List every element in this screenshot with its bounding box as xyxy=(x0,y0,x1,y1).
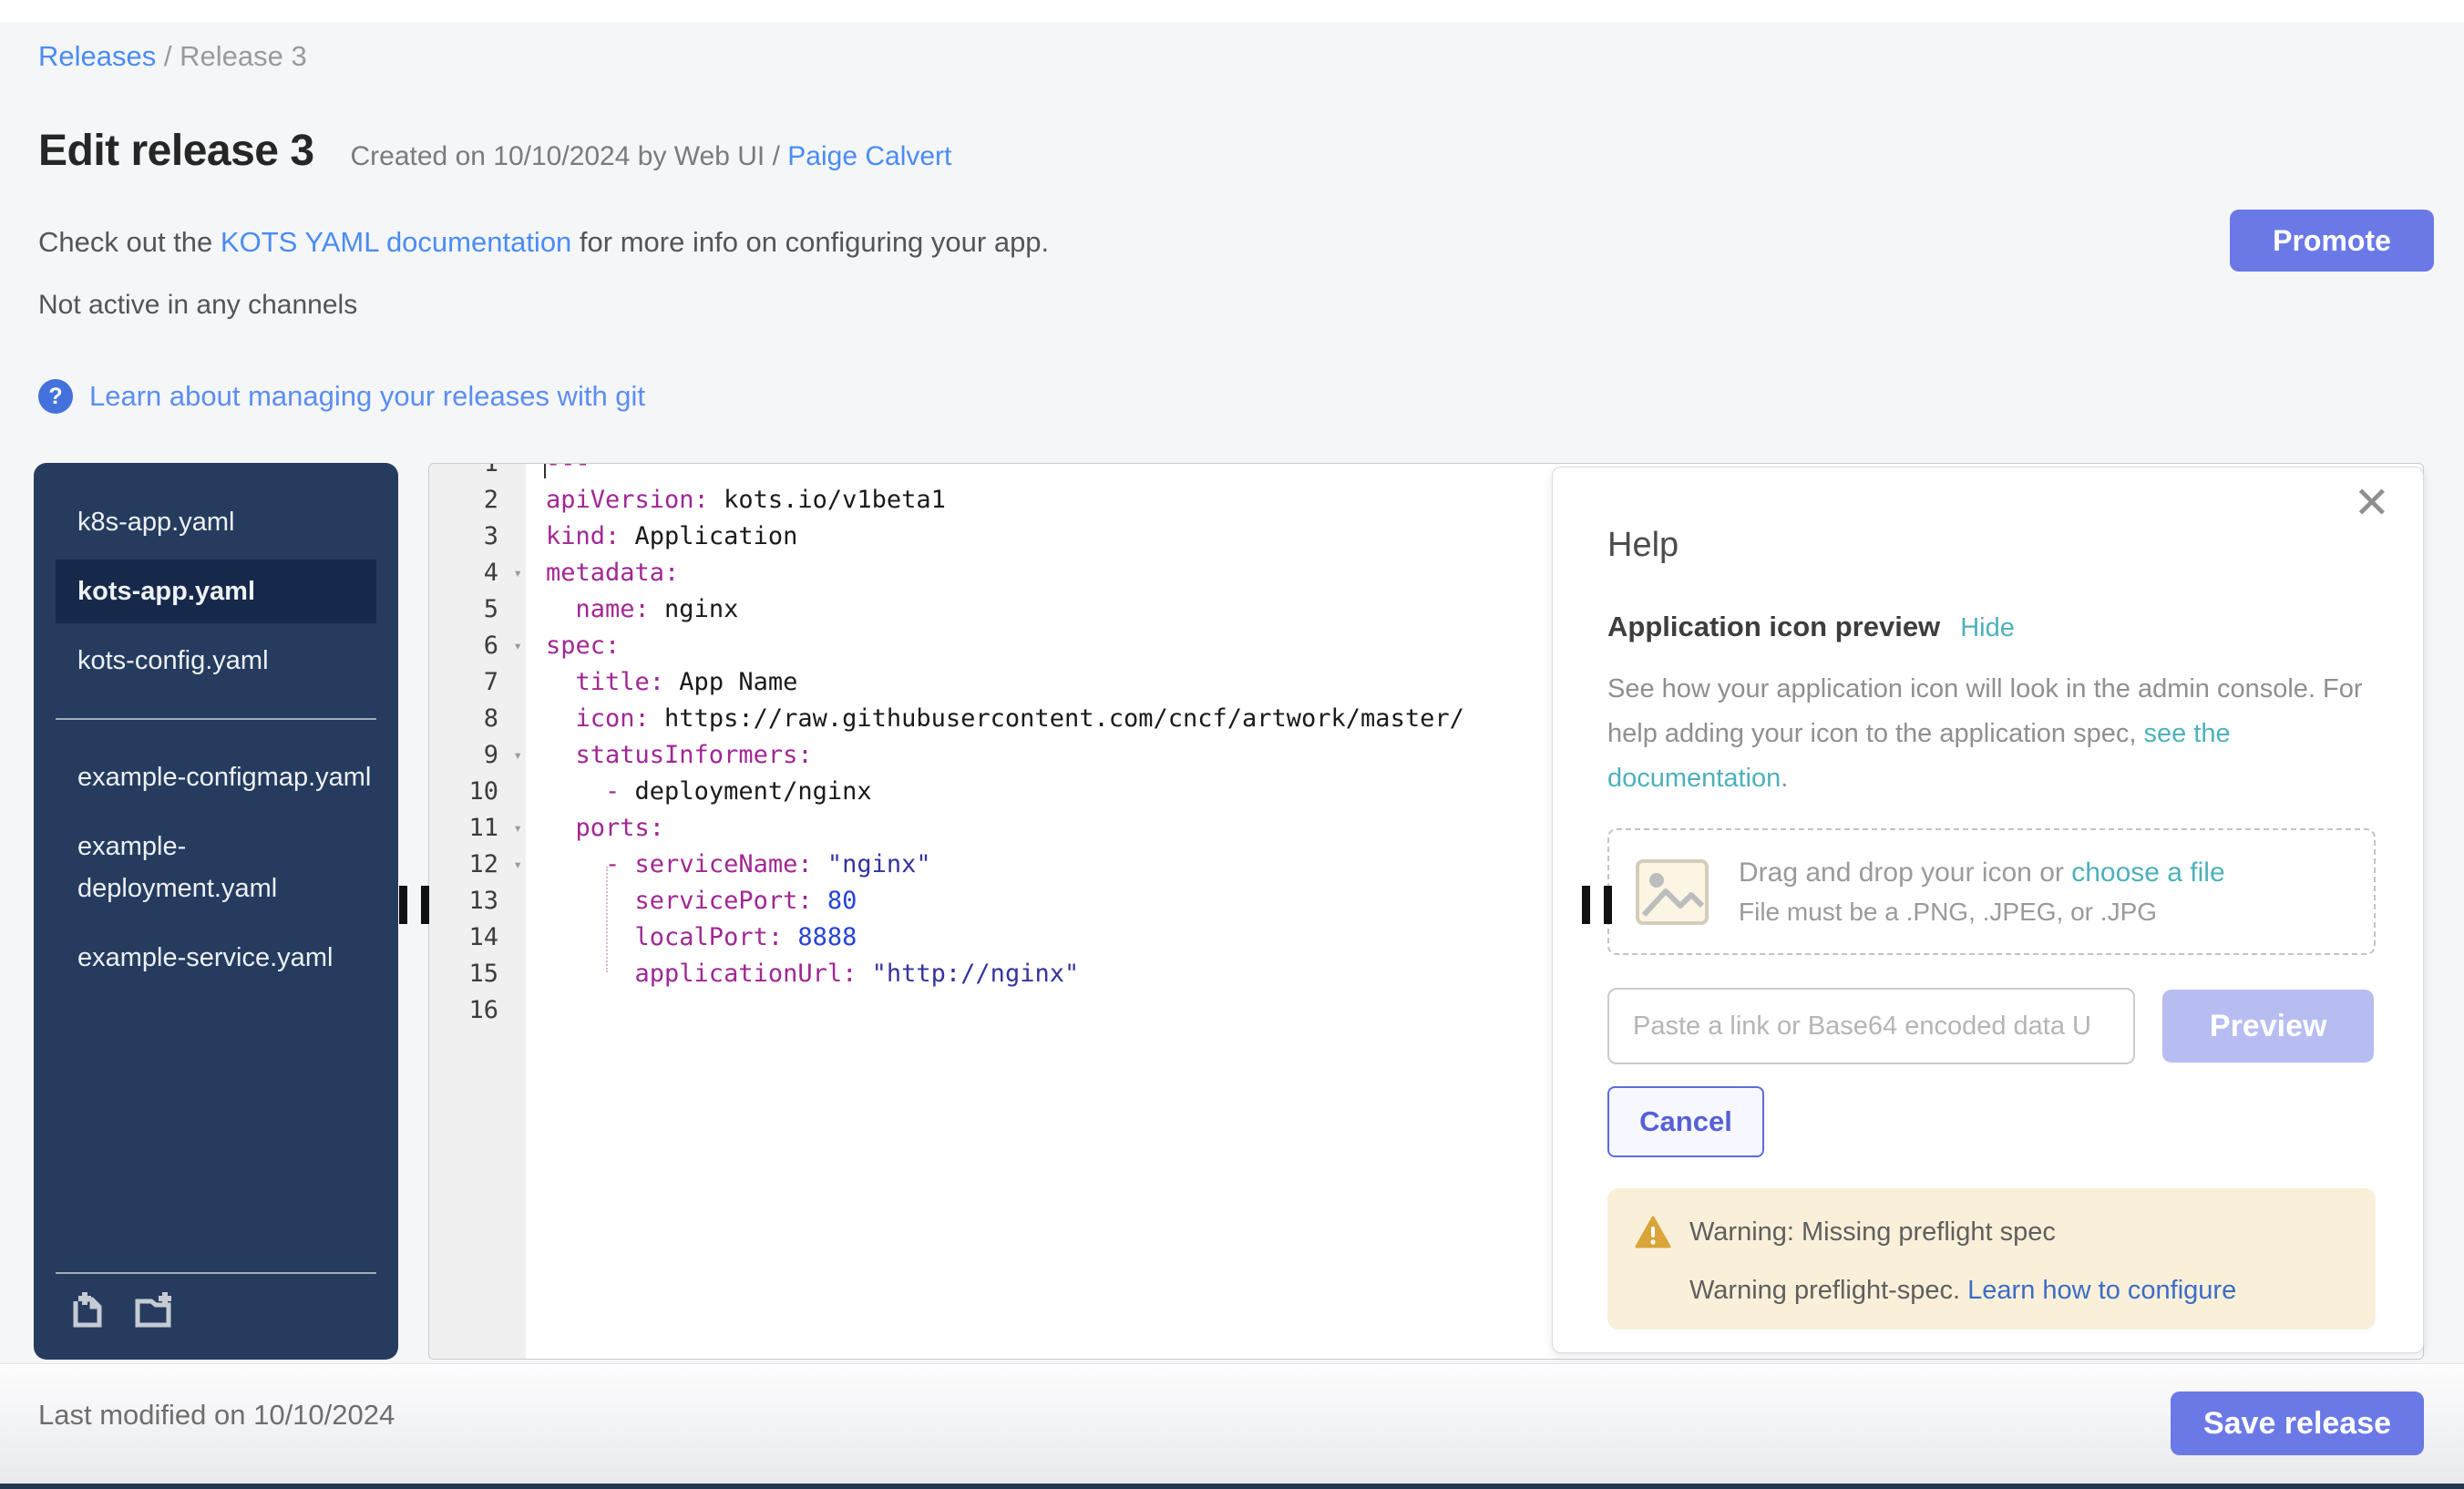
line-number: 1 xyxy=(429,463,526,482)
icon-url-input[interactable] xyxy=(1607,988,2135,1064)
line-number: 4▾ xyxy=(429,555,526,591)
git-help-link[interactable]: ? Learn about managing your releases wit… xyxy=(38,379,645,414)
save-release-button[interactable]: Save release xyxy=(2171,1391,2424,1455)
image-placeholder-icon xyxy=(1635,858,1709,926)
preview-button[interactable]: Preview xyxy=(2162,990,2374,1063)
choose-file-link[interactable]: choose a file xyxy=(2071,857,2224,888)
help-panel: ✕ Help Application icon preview Hide See… xyxy=(1552,467,2424,1353)
git-help-label: Learn about managing your releases with … xyxy=(89,380,645,413)
line-number: 16 xyxy=(429,992,526,1029)
learn-configure-link[interactable]: Learn how to configure xyxy=(1967,1276,2236,1305)
intro-prefix: Check out the xyxy=(38,226,221,258)
drop-instruction: Drag and drop your icon or xyxy=(1739,857,2071,888)
warning-title: Warning: Missing preflight spec xyxy=(1689,1217,2056,1248)
help-panel-title: Help xyxy=(1607,526,2374,565)
icon-drop-zone[interactable]: Drag and drop your icon or choose a file… xyxy=(1607,828,2376,955)
file-item-example-service-yaml[interactable]: example-service.yaml xyxy=(56,926,376,990)
sidebar-resize-handle[interactable] xyxy=(399,886,429,924)
breadcrumb-current: Release 3 xyxy=(180,40,307,72)
file-tree-sidebar: k8s-app.yamlkots-app.yamlkots-config.yam… xyxy=(34,463,398,1360)
line-number: 10 xyxy=(429,774,526,810)
line-number: 5 xyxy=(429,591,526,628)
line-number: 14 xyxy=(429,919,526,956)
file-item-k8s-app-yaml[interactable]: k8s-app.yaml xyxy=(56,490,376,554)
fold-arrow-icon[interactable]: ▾ xyxy=(513,628,522,664)
description-period: . xyxy=(1781,764,1788,793)
last-modified-text: Last modified on 10/10/2024 xyxy=(38,1399,395,1432)
line-number: 12▾ xyxy=(429,847,526,883)
fold-arrow-icon[interactable]: ▾ xyxy=(513,810,522,847)
indent-guide xyxy=(606,867,608,972)
file-list: k8s-app.yamlkots-app.yamlkots-config.yam… xyxy=(56,490,376,990)
icon-preview-section-header: Application icon preview Hide xyxy=(1607,611,2374,643)
page-title: Edit release 3 xyxy=(38,126,314,176)
cancel-button[interactable]: Cancel xyxy=(1607,1086,1764,1157)
file-tree-footer xyxy=(56,1272,376,1343)
file-item-example-configmap-yaml[interactable]: example-configmap.yaml xyxy=(56,745,376,809)
file-item-kots-config-yaml[interactable]: kots-config.yaml xyxy=(56,629,376,693)
line-number: 8 xyxy=(429,701,526,737)
line-number: 7 xyxy=(429,664,526,701)
breadcrumb: Releases / Release 3 xyxy=(38,40,307,73)
file-requirements: File must be a .PNG, .JPEG, or .JPG xyxy=(1739,898,2225,927)
breadcrumb-separator: / xyxy=(156,40,180,72)
intro-suffix: for more info on configuring your app. xyxy=(571,226,1049,258)
title-row: Edit release 3 Created on 10/10/2024 by … xyxy=(38,126,951,176)
add-file-icon[interactable] xyxy=(67,1289,108,1330)
top-band xyxy=(0,0,2464,22)
line-number: 15 xyxy=(429,956,526,992)
description-text: See how your application icon will look … xyxy=(1607,674,2363,748)
footer-bar: Last modified on 10/10/2024 Save release xyxy=(0,1363,2464,1484)
help-panel-resize-handle[interactable] xyxy=(1582,886,1612,924)
drop-zone-text: Drag and drop your icon or choose a file… xyxy=(1739,857,2225,927)
editor-gutter: 1234▾56▾789▾1011▾12▾13141516 xyxy=(429,463,526,1359)
icon-preview-description: See how your application icon will look … xyxy=(1607,667,2382,801)
edit-release-page: Releases / Release 3 Edit release 3 Crea… xyxy=(0,0,2464,1489)
file-item-example-deployment-yaml[interactable]: example-deployment.yaml xyxy=(56,815,376,920)
breadcrumb-releases-link[interactable]: Releases xyxy=(38,40,156,72)
icon-url-row: Preview xyxy=(1607,988,2374,1064)
intro-text: Check out the KOTS YAML documentation fo… xyxy=(38,226,1049,259)
add-folder-icon[interactable] xyxy=(132,1289,174,1330)
line-number: 2 xyxy=(429,482,526,519)
channel-status: Not active in any channels xyxy=(38,290,357,321)
editor-cursor xyxy=(544,463,546,478)
preflight-warning: Warning: Missing preflight spec Warning … xyxy=(1607,1188,2376,1330)
line-number: 6▾ xyxy=(429,628,526,664)
created-text: Created on 10/10/2024 by Web UI / xyxy=(351,141,788,171)
close-icon[interactable]: ✕ xyxy=(2354,482,2390,526)
question-icon: ? xyxy=(38,379,73,414)
line-number: 3 xyxy=(429,519,526,555)
bottom-strip xyxy=(0,1484,2464,1489)
fold-arrow-icon[interactable]: ▾ xyxy=(513,555,522,591)
line-number: 11▾ xyxy=(429,810,526,847)
hide-link[interactable]: Hide xyxy=(1960,613,2015,643)
file-list-divider xyxy=(56,718,376,720)
promote-button[interactable]: Promote xyxy=(2230,210,2434,272)
created-author-link[interactable]: Paige Calvert xyxy=(787,141,951,171)
fold-arrow-icon[interactable]: ▾ xyxy=(513,847,522,883)
line-number: 9▾ xyxy=(429,737,526,774)
icon-preview-title: Application icon preview xyxy=(1607,611,1940,643)
warning-icon xyxy=(1635,1216,1671,1248)
warning-body: Warning preflight-spec. xyxy=(1689,1276,1967,1305)
kots-yaml-doc-link[interactable]: KOTS YAML documentation xyxy=(221,226,571,258)
file-item-kots-app-yaml[interactable]: kots-app.yaml xyxy=(56,560,376,623)
line-number: 13 xyxy=(429,883,526,919)
created-info: Created on 10/10/2024 by Web UI / Paige … xyxy=(351,141,952,172)
fold-arrow-icon[interactable]: ▾ xyxy=(513,737,522,774)
